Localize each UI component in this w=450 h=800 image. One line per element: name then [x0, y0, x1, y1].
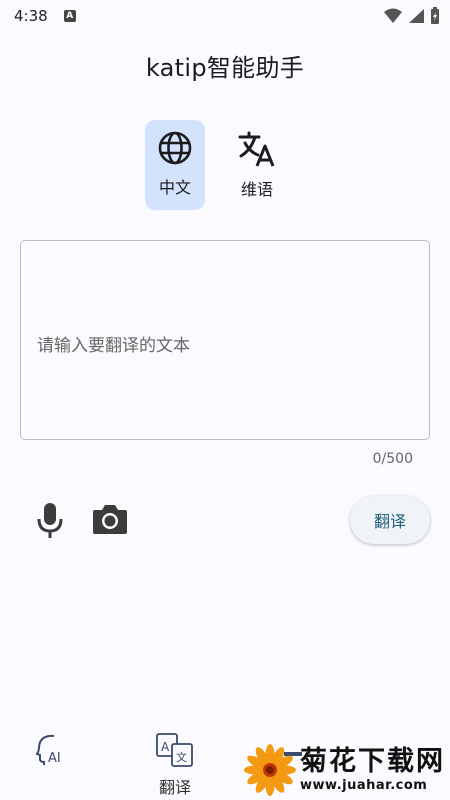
- character-counter: 0/500: [372, 451, 413, 467]
- wifi-icon: [384, 8, 402, 23]
- watermark-url: www.juahar.com: [300, 778, 428, 793]
- signal-icon: [409, 9, 424, 23]
- status-icons: [384, 7, 440, 25]
- language-switch: 中文 维语: [145, 120, 287, 210]
- watermark: 菊花下载网 www.juahar.com: [244, 740, 450, 800]
- translation-input[interactable]: [21, 241, 429, 439]
- translate-icon: [238, 131, 275, 167]
- camera-icon: [93, 505, 127, 534]
- translate-button[interactable]: 翻译: [350, 496, 430, 544]
- notification-badge: A: [63, 10, 76, 22]
- nav-label-translate: 翻译: [158, 778, 191, 797]
- microphone-button[interactable]: [34, 500, 66, 540]
- status-time: 4:38: [14, 7, 48, 25]
- language-option-chinese[interactable]: 中文: [145, 120, 205, 210]
- svg-text:AI: AI: [48, 751, 61, 766]
- nav-item-translate[interactable]: A 文 翻译: [140, 732, 210, 798]
- translation-input-container: [20, 240, 430, 440]
- flower-logo-icon: [244, 744, 296, 796]
- svg-text:A: A: [161, 740, 170, 754]
- watermark-name: 菊花下载网: [300, 746, 445, 777]
- status-bar: 4:38 A: [0, 0, 450, 32]
- camera-button[interactable]: [92, 502, 128, 536]
- ai-assistant-icon: AI: [35, 734, 61, 766]
- language-label-uyghur: 维语: [240, 180, 273, 199]
- microphone-icon: [37, 503, 63, 538]
- language-option-uyghur[interactable]: 维语: [227, 120, 287, 210]
- globe-icon: [158, 131, 192, 165]
- svg-text:文: 文: [176, 750, 187, 764]
- battery-icon: [431, 7, 439, 24]
- nav-item-ai[interactable]: AI: [16, 732, 86, 772]
- page-title: katip智能助手: [145, 54, 305, 82]
- translate-nav-icon: A 文: [156, 733, 193, 767]
- language-label-chinese: 中文: [158, 178, 191, 197]
